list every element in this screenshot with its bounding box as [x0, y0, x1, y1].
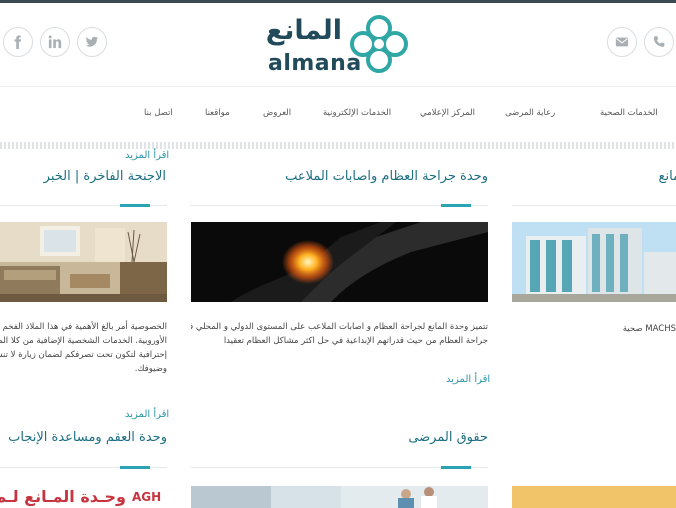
- linkedin-icon[interactable]: [40, 27, 70, 57]
- nav-patient-care[interactable]: رعاية المرضى: [505, 108, 555, 118]
- nav-health-services[interactable]: الخدمات الصحية: [600, 108, 658, 118]
- ortho-text-line: جراحة العظام من حيث قدراتهم الإبداعية في…: [223, 336, 488, 346]
- suites-text-line: الخصوصية أمر بالغ الأهمية في هذا الملاذ …: [0, 322, 167, 332]
- ivf-banner-text: وحـدة المـانع لـم: [0, 487, 126, 506]
- suites-text-line: وضيوفك.: [134, 364, 167, 374]
- patient-rights-image[interactable]: [191, 486, 488, 508]
- ortho-text-line: تتميز وحدة المانع لجراحة العظام و اصابات…: [191, 322, 488, 332]
- card-title-ortho[interactable]: وحدة جراحة العظام واصابات الملاعب: [190, 169, 488, 184]
- twitter-icon[interactable]: [77, 27, 107, 57]
- ivf-banner-image[interactable]: وحـدة المـانع لـم AGH: [0, 486, 167, 508]
- agh-logo: AGH: [132, 490, 162, 504]
- card-text-right: MACHS صحية: [622, 324, 676, 334]
- logo-flower-icon: [350, 15, 408, 73]
- card-title-underline: [512, 205, 676, 206]
- nav-locations[interactable]: مواقعنا: [205, 108, 230, 118]
- nav-media-center[interactable]: المركز الإعلامي: [420, 108, 475, 118]
- card-text-ortho: تتميز وحدة المانع لجراحة العظام و اصابات…: [191, 320, 488, 348]
- logo-arabic-text: المانع: [265, 15, 342, 46]
- card-title-suites[interactable]: الاجنحة الفاخرة | الخبر: [26, 169, 166, 184]
- read-more-link[interactable]: اقرأ المزيد: [125, 409, 169, 420]
- ortho-knee-image[interactable]: [191, 222, 488, 302]
- card-title-accent: [441, 204, 471, 207]
- card-title-accent: [120, 466, 150, 469]
- card-title-right[interactable]: مانع: [640, 169, 676, 184]
- site-header: المانع almana: [0, 3, 676, 86]
- right-card-image[interactable]: [512, 486, 676, 508]
- nav-offers[interactable]: العروض: [263, 108, 291, 118]
- phone-icon[interactable]: [644, 27, 674, 57]
- card-title-patient-rights[interactable]: حقوق المرضى: [300, 430, 488, 445]
- card-title-accent: [120, 204, 150, 207]
- almana-logo[interactable]: المانع almana: [262, 11, 417, 81]
- suite-room-image[interactable]: [0, 222, 167, 302]
- mail-icon[interactable]: [607, 27, 637, 57]
- card-title-accent: [441, 466, 471, 469]
- card-title-ivf[interactable]: وحدة العقم ومساعدة الإنجاب: [8, 430, 167, 445]
- suites-text-line: إحترافية لتكون تحت تصرفكم لضمان زيارة لا…: [0, 350, 167, 360]
- nav-e-services[interactable]: الخدمات الإلكترونية: [323, 108, 391, 118]
- nav-contact-us[interactable]: اتصل بنا: [144, 108, 173, 118]
- main-nav: الخدمات الصحية رعاية المرضى المركز الإعل…: [0, 86, 676, 142]
- read-more-link[interactable]: اقرأ المزيد: [125, 150, 169, 161]
- facebook-icon[interactable]: [3, 27, 33, 57]
- hospital-building-image[interactable]: [512, 222, 676, 302]
- suites-text-line: الأوروبية. الخدمات الشخصية الإضافية من ك…: [0, 336, 167, 346]
- section-divider: [0, 142, 676, 149]
- card-text-suites: الخصوصية أمر بالغ الأهمية في هذا الملاذ …: [0, 320, 167, 376]
- read-more-link[interactable]: اقرأ المزيد: [446, 374, 490, 385]
